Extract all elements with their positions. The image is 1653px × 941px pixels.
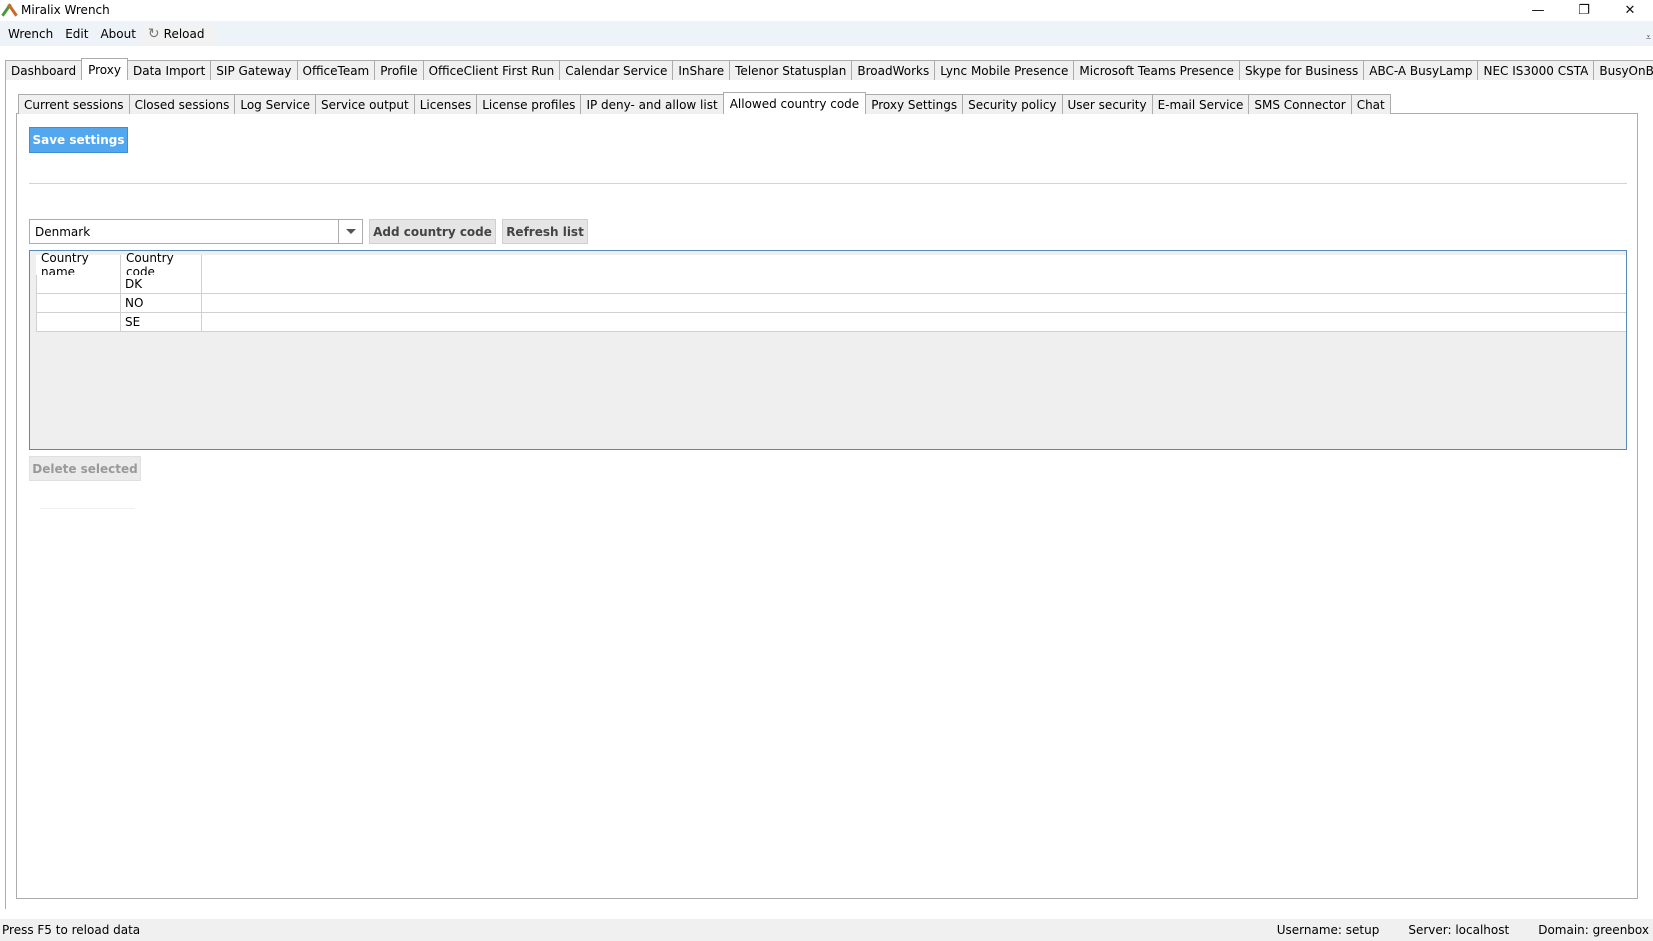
- tab-user-security[interactable]: User security: [1061, 94, 1153, 114]
- menu-wrench[interactable]: Wrench: [2, 23, 59, 45]
- cell-filler: [202, 313, 1626, 331]
- cell-country-name[interactable]: [36, 275, 121, 293]
- tab-current-sessions[interactable]: Current sessions: [18, 94, 130, 114]
- country-code-grid[interactable]: Country name Country code DK NO SE: [29, 250, 1627, 450]
- overflow-icon[interactable]: ⩡: [1646, 33, 1651, 43]
- tab-allowed-country-code[interactable]: Allowed country code: [722, 92, 867, 114]
- cell-country-code[interactable]: NO: [121, 294, 202, 312]
- tab-service-output[interactable]: Service output: [314, 94, 415, 114]
- table-row[interactable]: SE: [36, 313, 1626, 332]
- tab-sip-gateway[interactable]: SIP Gateway: [210, 60, 298, 80]
- tab-officeteam[interactable]: OfficeTeam: [296, 60, 376, 80]
- add-country-code-button[interactable]: Add country code: [369, 219, 496, 244]
- tab-license-profiles[interactable]: License profiles: [476, 94, 582, 114]
- column-header-filler: [202, 255, 1626, 275]
- window-controls: — ❐ ✕: [1515, 0, 1653, 20]
- tab-abc-a-busylamp[interactable]: ABC-A BusyLamp: [1363, 60, 1479, 80]
- save-settings-button[interactable]: Save settings: [29, 127, 128, 153]
- tab-security-policy[interactable]: Security policy: [962, 94, 1063, 114]
- reload-button[interactable]: ↻ Reload: [141, 22, 217, 45]
- title-bar: Miralix Wrench — ❐ ✕: [0, 0, 1653, 20]
- tab-broadworks[interactable]: BroadWorks: [851, 60, 936, 80]
- tab-lync-mobile-presence[interactable]: Lync Mobile Presence: [934, 60, 1075, 80]
- tab-closed-sessions[interactable]: Closed sessions: [128, 94, 236, 114]
- grid-header: Country name Country code: [36, 251, 1626, 279]
- status-domain: Domain: greenbox: [1538, 923, 1649, 937]
- cell-country-name[interactable]: [36, 313, 121, 331]
- cell-filler: [202, 275, 1626, 293]
- tab-proxy[interactable]: Proxy: [81, 58, 128, 80]
- tab-licenses[interactable]: Licenses: [413, 94, 478, 114]
- status-server: Server: localhost: [1408, 923, 1510, 937]
- tab-data-import[interactable]: Data Import: [126, 60, 212, 80]
- cell-filler: [202, 294, 1626, 312]
- close-icon[interactable]: ✕: [1607, 0, 1653, 20]
- refresh-list-button[interactable]: Refresh list: [502, 219, 588, 244]
- status-info: Username: setup Server: localhost Domain…: [1277, 919, 1649, 941]
- restore-icon[interactable]: ❐: [1561, 0, 1607, 20]
- reload-label: Reload: [163, 26, 205, 41]
- tab-ip-deny-allow-list[interactable]: IP deny- and allow list: [580, 94, 724, 114]
- status-hint: Press F5 to reload data: [2, 923, 141, 937]
- tab-microsoft-teams-presence[interactable]: Microsoft Teams Presence: [1073, 60, 1240, 80]
- country-select[interactable]: Denmark: [29, 219, 363, 244]
- status-bar: Press F5 to reload data Username: setup …: [0, 919, 1653, 941]
- table-row[interactable]: DK: [36, 275, 1626, 294]
- main-tabs: Dashboard Proxy Data Import SIP Gateway …: [5, 58, 1653, 80]
- tab-telenor-statusplan[interactable]: Telenor Statusplan: [729, 60, 853, 80]
- tab-proxy-settings[interactable]: Proxy Settings: [865, 94, 964, 114]
- reload-icon: ↻: [147, 25, 160, 42]
- separator: [29, 183, 1627, 184]
- cell-country-name[interactable]: [36, 294, 121, 312]
- tab-skype-for-business[interactable]: Skype for Business: [1238, 60, 1365, 80]
- tab-sms-connector[interactable]: SMS Connector: [1248, 94, 1352, 114]
- country-select-value: Denmark: [35, 224, 91, 239]
- tab-busyonbusy[interactable]: BusyOnBusy: [1593, 60, 1653, 80]
- chevron-down-icon[interactable]: [338, 220, 362, 243]
- tab-dashboard[interactable]: Dashboard: [5, 60, 83, 80]
- cell-country-code[interactable]: SE: [121, 313, 202, 331]
- tab-profile[interactable]: Profile: [374, 60, 424, 80]
- cell-country-code[interactable]: DK: [121, 275, 202, 293]
- tab-inshare[interactable]: InShare: [672, 60, 731, 80]
- tab-email-service[interactable]: E-mail Service: [1151, 94, 1250, 114]
- tab-log-service[interactable]: Log Service: [234, 94, 316, 114]
- column-header-country-code[interactable]: Country code: [121, 251, 202, 279]
- menu-edit[interactable]: Edit: [59, 23, 94, 45]
- window-title: Miralix Wrench: [21, 3, 110, 17]
- minimize-icon[interactable]: —: [1515, 0, 1561, 20]
- grid-rows: DK NO SE: [36, 275, 1626, 332]
- menu-about[interactable]: About: [94, 23, 141, 45]
- tab-calendar-service[interactable]: Calendar Service: [559, 60, 674, 80]
- column-header-country-name[interactable]: Country name: [36, 251, 121, 279]
- tab-nec-is3000-csta[interactable]: NEC IS3000 CSTA: [1477, 60, 1595, 80]
- delete-selected-button[interactable]: Delete selected: [29, 456, 141, 481]
- menu-bar: Wrench Edit About ↻ Reload ⩡: [0, 21, 1653, 46]
- tab-officeclient-first-run[interactable]: OfficeClient First Run: [422, 60, 561, 80]
- proxy-sub-tabs: Current sessions Closed sessions Log Ser…: [18, 92, 1391, 114]
- status-username: Username: setup: [1276, 923, 1380, 937]
- tab-chat[interactable]: Chat: [1350, 94, 1391, 114]
- app-logo-icon: [1, 2, 18, 18]
- divider: [40, 508, 135, 509]
- table-row[interactable]: NO: [36, 294, 1626, 313]
